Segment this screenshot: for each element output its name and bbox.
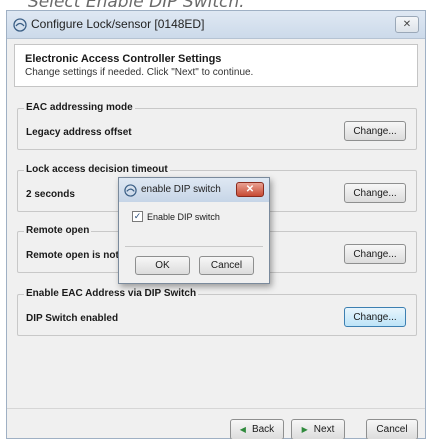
group-value: 2 seconds	[26, 189, 75, 200]
window-close-button[interactable]: ✕	[395, 16, 419, 33]
window-title: Configure Lock/sensor [0148ED]	[31, 17, 205, 31]
change-dip-switch-button[interactable]: Change...	[344, 307, 406, 327]
app-icon	[13, 18, 27, 32]
settings-header: Electronic Access Controller Settings Ch…	[14, 44, 418, 87]
enable-dip-switch-checkbox[interactable]: ✓ Enable DIP switch	[132, 211, 220, 222]
change-remote-open-button[interactable]: Change...	[344, 244, 406, 264]
change-lock-access-button[interactable]: Change...	[344, 183, 406, 203]
configure-lock-window: Configure Lock/sensor [0148ED] ✕ Electro…	[6, 10, 426, 439]
dialog-titlebar: enable DIP switch ✕	[119, 178, 269, 202]
close-icon: ✕	[402, 19, 412, 30]
back-button-label: Back	[251, 424, 275, 435]
dialog-cancel-button[interactable]: Cancel	[199, 256, 254, 275]
checkbox-box[interactable]: ✓	[132, 211, 143, 222]
dialog-close-button[interactable]: ✕	[236, 182, 264, 197]
group-enable-eac-dip: Enable EAC Address via DIP Switch DIP Sw…	[17, 288, 417, 336]
group-value: Legacy address offset	[26, 127, 132, 138]
cancel-button[interactable]: Cancel	[366, 419, 418, 439]
header-subtitle: Change settings if needed. Click "Next" …	[25, 67, 254, 78]
next-arrow-icon: ▶	[301, 425, 308, 434]
header-title: Electronic Access Controller Settings	[25, 53, 222, 65]
close-icon: ✕	[245, 184, 255, 195]
footer-divider	[7, 408, 425, 409]
window-titlebar: Configure Lock/sensor [0148ED] ✕	[7, 11, 425, 39]
group-legend: EAC addressing mode	[24, 102, 135, 113]
group-legend: Enable EAC Address via DIP Switch	[24, 288, 199, 299]
group-legend: Lock access decision timeout	[24, 164, 170, 175]
next-button-label: Next	[313, 424, 335, 435]
next-button[interactable]: ▶ Next	[291, 419, 345, 439]
check-icon: ✓	[133, 211, 142, 221]
change-eac-addressing-button[interactable]: Change...	[344, 121, 406, 141]
group-value: DIP Switch enabled	[26, 313, 119, 324]
group-legend: Remote open	[24, 225, 92, 236]
back-arrow-icon: ◀	[239, 425, 246, 434]
dialog-title: enable DIP switch	[141, 184, 221, 195]
group-eac-addressing-mode: EAC addressing mode Legacy address offse…	[17, 102, 417, 150]
checkbox-label: Enable DIP switch	[147, 211, 220, 222]
app-icon	[124, 184, 137, 197]
dialog-ok-button[interactable]: OK	[135, 256, 190, 275]
back-button[interactable]: ◀ Back	[230, 419, 284, 439]
enable-dip-switch-dialog: enable DIP switch ✕ ✓ Enable DIP switch …	[118, 177, 270, 284]
dialog-divider	[125, 246, 263, 247]
